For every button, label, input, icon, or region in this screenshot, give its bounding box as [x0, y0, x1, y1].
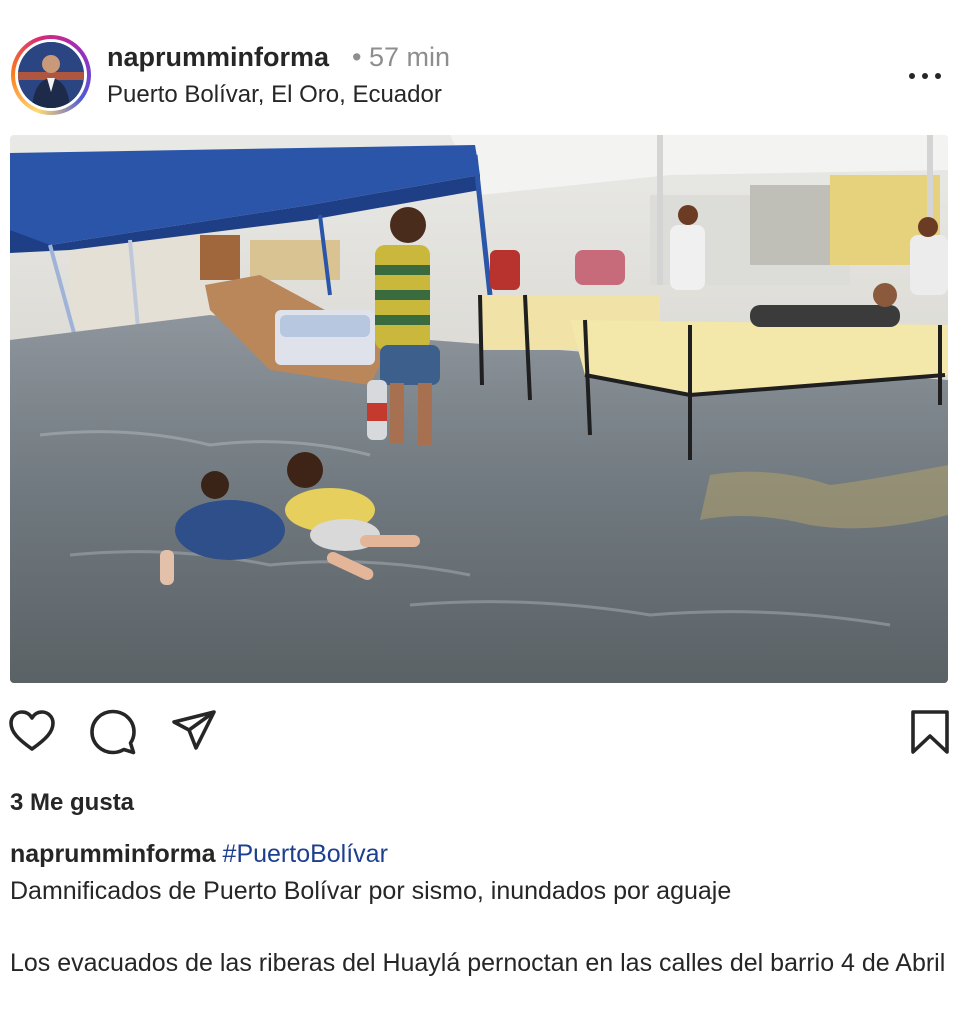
caption-hashtag[interactable]: #PuertoBolívar [223, 840, 388, 868]
more-options-icon[interactable] [905, 64, 945, 88]
post-actions [0, 700, 968, 760]
caption-text-2: Los evacuados de las riberas del Huaylá … [10, 949, 946, 977]
post-timestamp: • 57 min [352, 42, 450, 73]
caption-header: naprumminforma #PuertoBolívar [10, 840, 388, 869]
caption-text-1: Damnificados de Puerto Bolívar por sismo… [10, 877, 732, 905]
post-location[interactable]: Puerto Bolívar, El Oro, Ecuador [107, 81, 442, 109]
time-separator: • [352, 42, 362, 72]
caption-username[interactable]: naprumminforma [10, 840, 216, 868]
share-icon[interactable] [170, 708, 218, 756]
time-ago: 57 min [368, 42, 451, 72]
post-header: naprumminforma • 57 min Puerto Bolívar, … [0, 0, 968, 130]
bookmark-icon[interactable] [906, 708, 954, 756]
post-username[interactable]: naprumminforma [107, 42, 329, 73]
avatar-photo [18, 42, 84, 108]
post-image[interactable] [10, 135, 948, 683]
likes-count[interactable]: 3 Me gusta [10, 789, 134, 817]
avatar[interactable] [11, 35, 91, 115]
comment-icon[interactable] [89, 708, 137, 756]
heart-icon[interactable] [8, 708, 56, 756]
